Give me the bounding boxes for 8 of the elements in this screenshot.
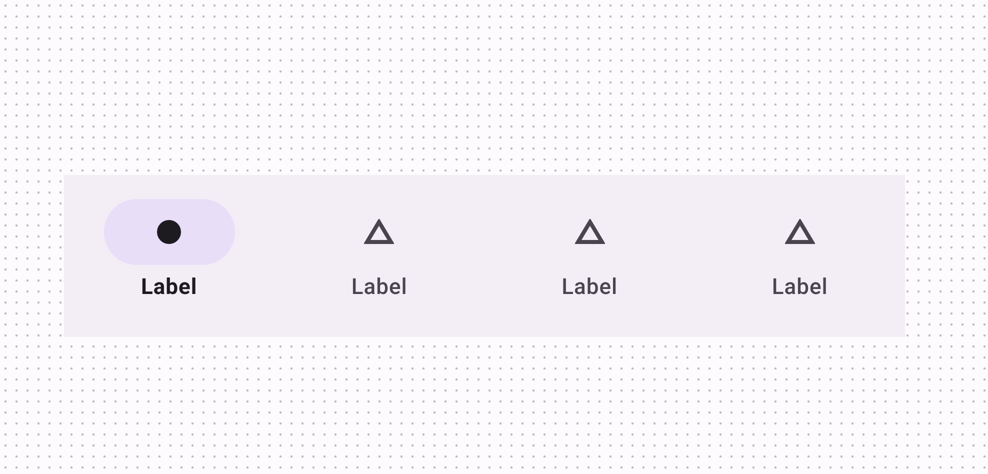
circle-icon xyxy=(156,219,182,245)
nav-item[interactable]: Label xyxy=(484,175,695,337)
nav-item[interactable]: Label xyxy=(274,175,484,337)
nav-item[interactable]: Label xyxy=(64,175,274,337)
triangle-icon xyxy=(574,219,605,245)
nav-item[interactable]: Label xyxy=(694,175,905,337)
triangle-icon xyxy=(364,219,394,245)
triangle-icon xyxy=(784,219,815,245)
